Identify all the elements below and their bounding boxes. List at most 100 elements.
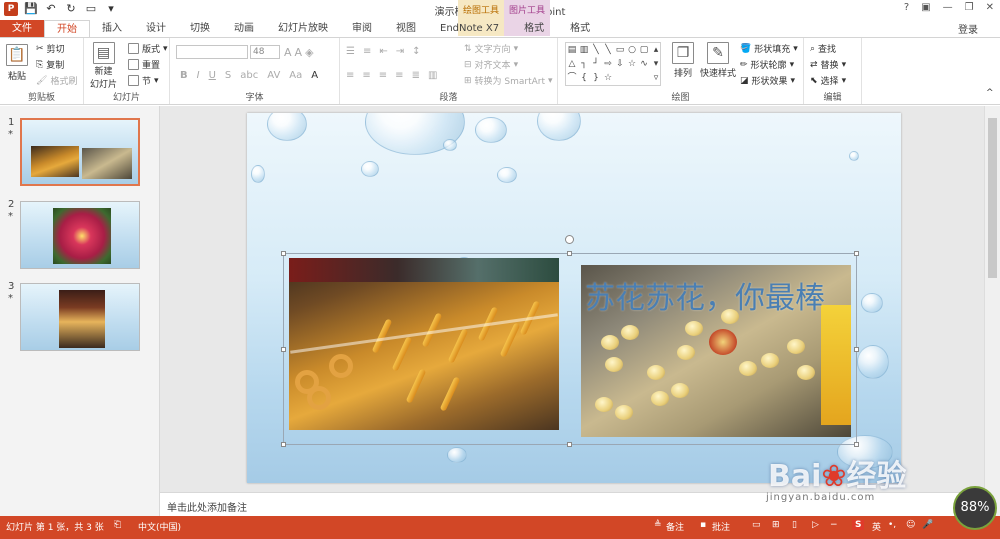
- reset-button[interactable]: 重置: [128, 58, 160, 71]
- rect-shape-icon[interactable]: ▭: [614, 43, 626, 57]
- tab-picture-format[interactable]: 格式: [557, 20, 603, 38]
- align-right-icon[interactable]: ≡: [379, 70, 387, 81]
- bullets-icon[interactable]: ☰: [346, 46, 355, 57]
- resize-handle[interactable]: [281, 442, 286, 447]
- section-button[interactable]: 节 ▾: [128, 74, 159, 87]
- tab-design[interactable]: 设计: [134, 20, 178, 38]
- font-color-icon[interactable]: A: [311, 70, 318, 81]
- slide-thumbnail-3[interactable]: [20, 283, 140, 351]
- new-slide-button[interactable]: ▤ 新建 幻灯片: [90, 42, 117, 90]
- char-spacing-icon[interactable]: AV: [267, 70, 280, 81]
- shape-outline-button[interactable]: ✏ 形状轮廓 ▾: [740, 58, 794, 72]
- shadow-icon[interactable]: S: [225, 70, 231, 81]
- resize-handle[interactable]: [567, 251, 572, 256]
- arc-shape-icon[interactable]: ⌒: [566, 71, 578, 85]
- resize-handle[interactable]: [567, 442, 572, 447]
- resize-handle[interactable]: [854, 347, 859, 352]
- arrange-button[interactable]: ❐ 排列: [672, 42, 694, 79]
- star-shape-icon[interactable]: ☆: [626, 57, 638, 71]
- font-size-adjust[interactable]: A A ◈: [284, 46, 314, 59]
- justify-icon[interactable]: ≡: [395, 70, 403, 81]
- convert-smartart-button[interactable]: ⊞ 转换为 SmartArt ▾: [464, 74, 553, 88]
- rounded-rect-shape-icon[interactable]: ▢: [638, 43, 650, 57]
- normal-view-icon[interactable]: ▭: [752, 520, 761, 530]
- microphone-icon[interactable]: 🎤: [922, 520, 933, 530]
- emoji-icon[interactable]: ☺: [906, 520, 915, 530]
- distribute-icon[interactable]: ≣: [412, 70, 420, 81]
- oval-shape-icon[interactable]: ○: [626, 43, 638, 57]
- shape-fill-button[interactable]: 🪣 形状填充 ▾: [740, 42, 798, 56]
- language-status[interactable]: 中文(中国): [138, 520, 181, 533]
- scroll-up-icon[interactable]: ▴: [650, 43, 662, 57]
- comments-button[interactable]: 批注: [712, 520, 730, 533]
- tab-view[interactable]: 视图: [384, 20, 428, 38]
- tab-review[interactable]: 审阅: [340, 20, 384, 38]
- copy-button[interactable]: ⎘ 复制: [36, 58, 64, 72]
- minimize-button[interactable]: —: [943, 2, 953, 13]
- cut-button[interactable]: ✂ 剪切: [36, 42, 65, 56]
- tab-animations[interactable]: 动画: [222, 20, 266, 38]
- zoom-out-icon[interactable]: −: [830, 520, 838, 530]
- columns-icon[interactable]: ▥: [428, 70, 437, 81]
- tab-drawing-format[interactable]: 格式: [511, 20, 557, 38]
- tab-transitions[interactable]: 切换: [178, 20, 222, 38]
- numbering-icon[interactable]: ≡: [363, 46, 371, 57]
- select-button[interactable]: ⬉ 选择 ▾: [810, 74, 846, 88]
- textbox-v-shape-icon[interactable]: ▥: [578, 43, 590, 57]
- arrow-right-shape-icon[interactable]: ⇨: [602, 57, 614, 71]
- spelling-icon[interactable]: ⎗: [114, 520, 121, 530]
- quick-styles-button[interactable]: ✎ 快速样式: [700, 42, 736, 79]
- ribbon-display-options-icon[interactable]: ▣: [921, 2, 930, 13]
- resize-handle[interactable]: [854, 251, 859, 256]
- ime-mode[interactable]: 英: [872, 520, 881, 533]
- sogou-ime-icon[interactable]: S: [852, 520, 865, 530]
- change-case-icon[interactable]: Aa: [289, 70, 302, 81]
- decrease-indent-icon[interactable]: ⇤: [379, 46, 387, 57]
- slide-thumbnail-2[interactable]: [20, 201, 140, 269]
- text-direction-button[interactable]: ⇅ 文字方向 ▾: [464, 42, 518, 56]
- help-button[interactable]: ?: [904, 2, 909, 13]
- tab-insert[interactable]: 插入: [90, 20, 134, 38]
- bold-icon[interactable]: B: [180, 70, 188, 81]
- align-left-icon[interactable]: ≡: [346, 70, 354, 81]
- tab-endnote[interactable]: EndNote X7: [428, 20, 511, 38]
- login-link[interactable]: 登录: [958, 21, 978, 36]
- rotate-handle-icon[interactable]: [565, 235, 574, 244]
- more-shapes-icon[interactable]: ☆: [602, 71, 614, 85]
- resize-handle[interactable]: [854, 442, 859, 447]
- brace-shape-icon[interactable]: {: [578, 71, 590, 85]
- restore-button[interactable]: ❐: [965, 2, 974, 13]
- curve-shape-icon[interactable]: ∿: [638, 57, 650, 71]
- resize-handle[interactable]: [281, 347, 286, 352]
- strikethrough-icon[interactable]: abc: [240, 70, 258, 81]
- shape-effects-button[interactable]: ◪ 形状效果 ▾: [740, 74, 795, 88]
- arrow-down-shape-icon[interactable]: ⇩: [614, 57, 626, 71]
- format-painter-button[interactable]: 🖌 格式刷: [36, 74, 77, 88]
- line-spacing-icon[interactable]: ↕: [412, 46, 420, 57]
- layout-button[interactable]: 版式 ▾: [128, 42, 168, 55]
- resize-handle[interactable]: [281, 251, 286, 256]
- italic-icon[interactable]: I: [197, 70, 200, 81]
- vertical-scrollbar[interactable]: [984, 106, 1000, 516]
- zoom-level-indicator[interactable]: 88%: [953, 486, 997, 530]
- punctuation-icon[interactable]: •,: [888, 520, 896, 530]
- align-text-button[interactable]: ⊟ 对齐文本 ▾: [464, 58, 518, 72]
- brace2-shape-icon[interactable]: }: [590, 71, 602, 85]
- slideshow-view-icon[interactable]: ▷: [812, 520, 819, 530]
- scrollbar-thumb[interactable]: [988, 118, 997, 278]
- find-button[interactable]: ⌕ 查找: [810, 42, 836, 56]
- replace-button[interactable]: ⇄ 替换 ▾: [810, 58, 846, 72]
- slide-thumbnail-1[interactable]: [20, 118, 140, 186]
- align-center-icon[interactable]: ≡: [362, 70, 370, 81]
- underline-icon[interactable]: U: [209, 70, 216, 81]
- paste-button[interactable]: 📋 粘贴: [6, 44, 28, 82]
- tab-file[interactable]: 文件: [0, 20, 44, 38]
- gallery-more-icon[interactable]: ▿: [650, 71, 662, 85]
- line2-shape-icon[interactable]: ╲: [602, 43, 614, 57]
- close-button[interactable]: ✕: [986, 2, 994, 13]
- triangle-shape-icon[interactable]: △: [566, 57, 578, 71]
- shapes-gallery[interactable]: ▤ ▥ ╲ ╲ ▭ ○ ▢ ▴ △ ┐ ┘ ⇨ ⇩ ☆ ∿ ▾ ⌒ { } ☆ …: [565, 42, 661, 86]
- line-shape-icon[interactable]: ╲: [590, 43, 602, 57]
- collapse-ribbon-icon[interactable]: ^: [986, 88, 994, 98]
- reading-view-icon[interactable]: ▯: [792, 520, 797, 530]
